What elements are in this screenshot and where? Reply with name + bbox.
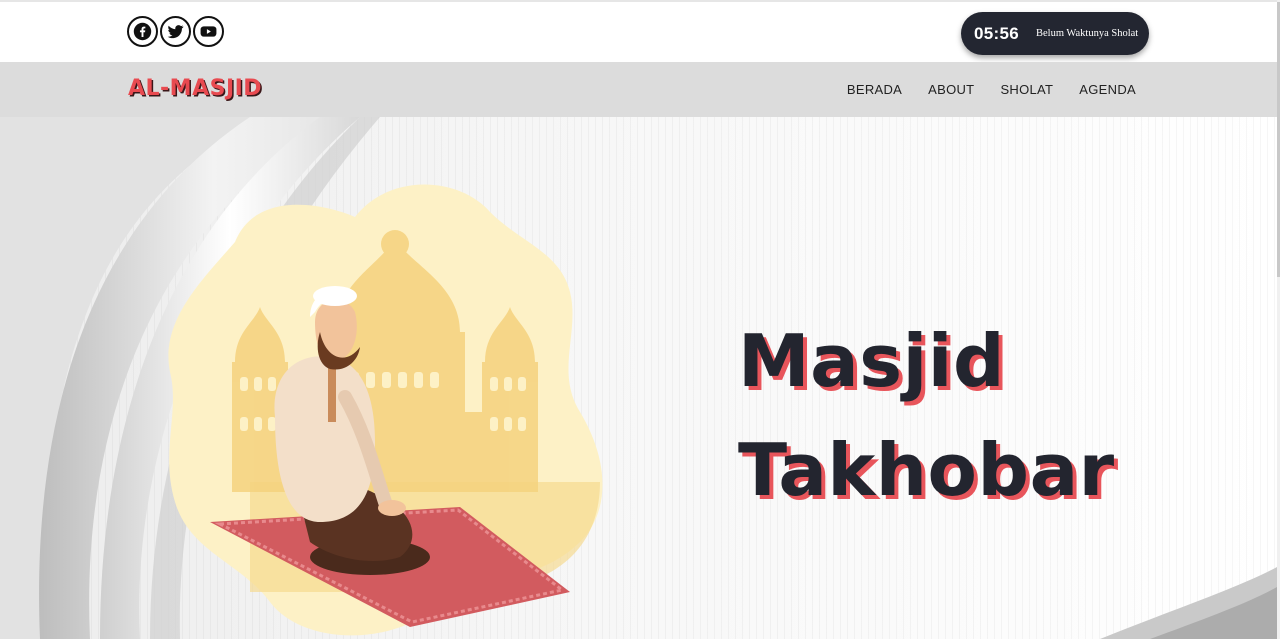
praying-man-illustration bbox=[168, 184, 603, 636]
site-logo[interactable]: AL-MASJID bbox=[128, 76, 262, 101]
navbar: AL-MASJID BERADA ABOUT SHOLAT AGENDA bbox=[0, 62, 1277, 117]
prayer-status: Belum Waktunya Sholat bbox=[1035, 28, 1139, 39]
prayer-time: 05:56 bbox=[974, 23, 1019, 43]
nav-item-agenda[interactable]: AGENDA bbox=[1079, 82, 1136, 97]
nav-item-berada[interactable]: BERADA bbox=[847, 82, 902, 97]
hero-title: Masjid Takhobar bbox=[738, 307, 1158, 526]
facebook-link[interactable] bbox=[127, 16, 158, 47]
hero-section: Masjid Takhobar bbox=[0, 117, 1277, 639]
top-bar: 05:56 Belum Waktunya Sholat bbox=[0, 0, 1280, 62]
twitter-icon bbox=[167, 25, 184, 39]
youtube-link[interactable] bbox=[193, 16, 224, 47]
hero-title-line-1: Masjid bbox=[738, 319, 1005, 403]
twitter-link[interactable] bbox=[160, 16, 191, 47]
facebook-icon bbox=[133, 22, 152, 41]
nav-item-sholat[interactable]: SHOLAT bbox=[1000, 82, 1053, 97]
nav-item-about[interactable]: ABOUT bbox=[928, 82, 974, 97]
youtube-icon bbox=[200, 26, 217, 37]
main-menu: BERADA ABOUT SHOLAT AGENDA bbox=[847, 82, 1136, 97]
prayer-time-widget: 05:56 Belum Waktunya Sholat bbox=[961, 12, 1149, 55]
hero-title-line-2: Takhobar bbox=[738, 428, 1115, 513]
social-links bbox=[127, 16, 224, 47]
